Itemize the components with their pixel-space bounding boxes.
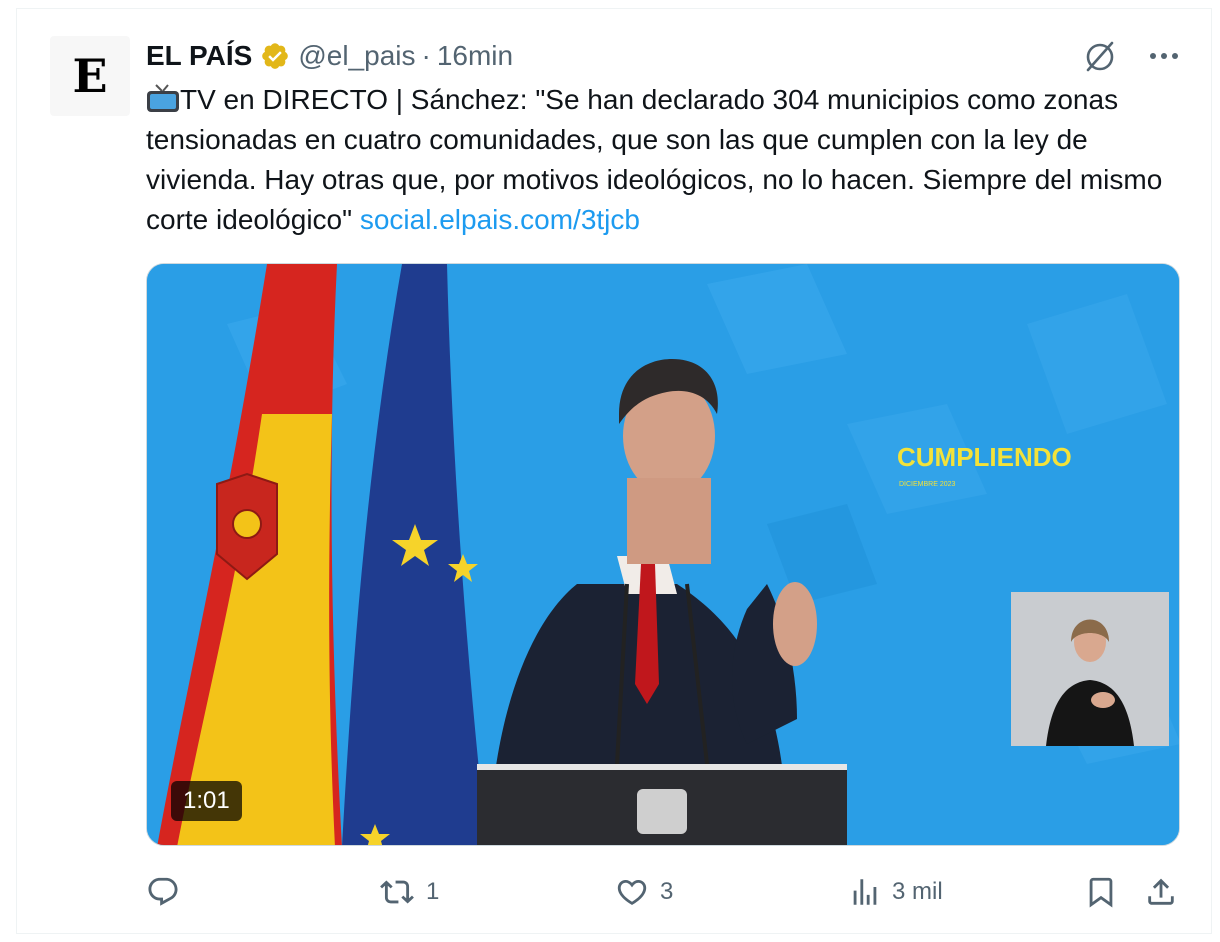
like-icon: [617, 879, 647, 905]
share-button[interactable]: [1144, 870, 1178, 914]
retweet-count: 1: [426, 878, 440, 905]
author-name[interactable]: EL PAÍS: [146, 40, 252, 72]
bookmark-button[interactable]: [1084, 870, 1118, 914]
views-button[interactable]: 3 mil: [848, 870, 943, 914]
avatar[interactable]: E: [50, 36, 130, 116]
share-icon: [1148, 878, 1174, 905]
sign-language-inset: [1011, 592, 1169, 746]
tweet-body: TV en DIRECTO | Sánchez: "Se han declara…: [146, 84, 1163, 235]
bookmark-icon: [1089, 877, 1113, 908]
video-duration: 1:01: [171, 781, 242, 821]
tweet-header: EL PAÍS @el_pais · 16min: [146, 36, 513, 76]
video-frame: CUMPLIENDO DICIEMBRE 2023: [147, 264, 1179, 845]
tweet-text: TV en DIRECTO | Sánchez: "Se han declara…: [146, 80, 1196, 240]
views-count: 3 mil: [892, 878, 943, 905]
separator-dot: ·: [421, 40, 431, 71]
more-icon[interactable]: [1148, 51, 1180, 61]
reply-icon: [148, 877, 178, 906]
tv-emoji-icon: [146, 83, 180, 113]
tweet-time[interactable]: 16min: [437, 40, 513, 72]
retweet-icon: [380, 880, 414, 904]
retweet-button[interactable]: 1: [378, 870, 439, 914]
verified-badge-icon[interactable]: [260, 41, 290, 71]
grok-icon[interactable]: [1082, 38, 1118, 74]
avatar-letter: E: [72, 49, 108, 103]
tweet-top-actions: [1082, 38, 1180, 74]
reply-button[interactable]: [146, 870, 190, 914]
backdrop-title: CUMPLIENDO: [897, 442, 1072, 472]
tweet-actions: 1 3 3 mil: [146, 870, 1186, 914]
like-button[interactable]: 3: [614, 870, 673, 914]
video-player[interactable]: CUMPLIENDO DICIEMBRE 2023 1:01: [146, 263, 1180, 846]
views-icon: [853, 879, 877, 905]
author-handle[interactable]: @el_pais: [298, 40, 415, 72]
tweet-link[interactable]: social.elpais.com/3tjcb: [360, 204, 640, 235]
like-count: 3: [660, 878, 674, 905]
backdrop-subtitle: DICIEMBRE 2023: [899, 481, 956, 488]
